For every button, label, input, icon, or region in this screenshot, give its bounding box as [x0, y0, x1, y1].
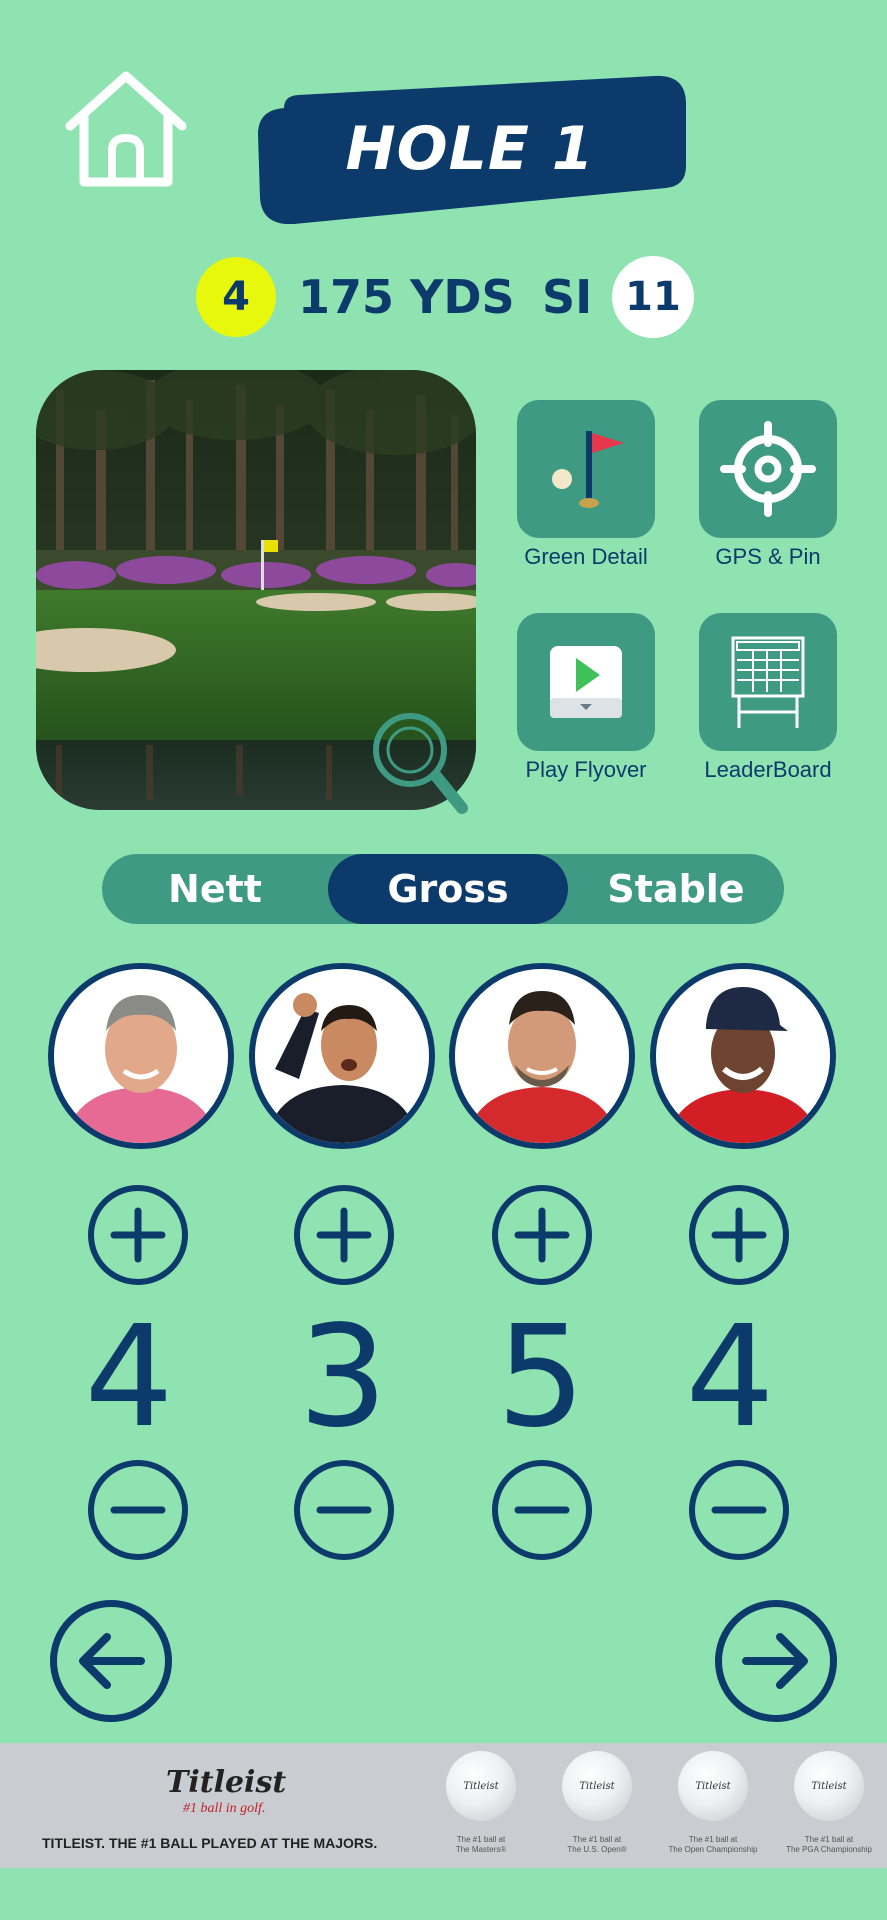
player-avatar[interactable]	[650, 963, 836, 1149]
minus-icon	[711, 1506, 767, 1514]
plus-icon	[514, 1207, 570, 1263]
stroke-index-badge: 11	[612, 256, 694, 338]
gps-pin-button[interactable]: GPS & Pin	[699, 400, 858, 570]
segment-gross[interactable]: Gross	[328, 854, 568, 924]
decrease-score-button[interactable]	[689, 1460, 789, 1560]
minus-icon	[514, 1506, 570, 1514]
golf-ball-image: Titleist	[794, 1751, 864, 1821]
player-score: 4	[84, 1296, 174, 1459]
player-avatar[interactable]	[449, 963, 635, 1149]
minus-icon	[110, 1506, 166, 1514]
gps-pin-label: GPS & Pin	[715, 544, 821, 569]
play-icon	[550, 646, 622, 718]
ball-caption: The #1 ball at The PGA Championship	[786, 1835, 872, 1854]
ad-slogan: TITLEIST. THE #1 BALL PLAYED AT THE MAJO…	[42, 1835, 378, 1851]
par-badge: 4	[196, 257, 276, 337]
decrease-score-button[interactable]	[492, 1460, 592, 1560]
golf-ball-image: Titleist	[562, 1751, 632, 1821]
arrow-right-icon	[742, 1633, 808, 1689]
increase-score-button[interactable]	[492, 1185, 592, 1285]
leaderboard-icon	[731, 636, 805, 728]
leaderboard-button[interactable]: LeaderBoard	[699, 613, 858, 783]
increase-score-button[interactable]	[294, 1185, 394, 1285]
home-button[interactable]	[62, 68, 190, 192]
ball-caption: The #1 ball at The U.S. Open®	[567, 1835, 627, 1854]
ball-caption: The #1 ball at The Open Championship	[668, 1835, 758, 1854]
yardage-label: 175 YDS	[298, 270, 515, 324]
plus-icon	[711, 1207, 767, 1263]
scoring-mode-selector: Nett Gross Stable	[102, 854, 784, 924]
increase-score-button[interactable]	[88, 1185, 188, 1285]
play-flyover-label: Play Flyover	[525, 757, 647, 782]
titleist-tagline: #1 ball in golf.	[183, 1801, 266, 1816]
hole-title: HOLE 1	[345, 114, 595, 184]
stroke-index-label: SI	[542, 270, 593, 324]
green-detail-button[interactable]: Green Detail	[517, 400, 676, 570]
increase-score-button[interactable]	[689, 1185, 789, 1285]
player-score: 4	[685, 1296, 775, 1459]
player-avatar[interactable]	[48, 963, 234, 1149]
arrow-left-icon	[79, 1633, 145, 1689]
minus-icon	[316, 1506, 372, 1514]
zoom-icon[interactable]	[370, 710, 470, 820]
titleist-logo: Titleist	[166, 1765, 287, 1800]
previous-hole-button[interactable]	[50, 1600, 172, 1722]
leaderboard-label: LeaderBoard	[704, 757, 832, 782]
plus-icon	[110, 1207, 166, 1263]
ball-caption: The #1 ball at The Masters®	[455, 1835, 507, 1854]
flag-icon	[552, 431, 624, 508]
decrease-score-button[interactable]	[88, 1460, 188, 1560]
next-hole-button[interactable]	[715, 1600, 837, 1722]
player-score: 5	[496, 1296, 586, 1459]
plus-icon	[316, 1207, 372, 1263]
golf-ball-image: Titleist	[446, 1751, 516, 1821]
home-icon	[65, 71, 187, 187]
decrease-score-button[interactable]	[294, 1460, 394, 1560]
player-avatar[interactable]	[249, 963, 435, 1149]
player-score: 3	[298, 1296, 388, 1459]
play-flyover-button[interactable]: Play Flyover	[517, 613, 676, 783]
segment-stable[interactable]: Stable	[568, 854, 784, 924]
titleist-ad-banner[interactable]: Titleist #1 ball in golf. TITLEIST. THE …	[0, 1743, 887, 1868]
golf-ball-image: Titleist	[678, 1751, 748, 1821]
green-detail-label: Green Detail	[524, 544, 648, 569]
crosshair-icon	[720, 421, 816, 517]
hole-title-banner: HOLE 1	[254, 74, 686, 224]
segment-nett[interactable]: Nett	[102, 854, 328, 924]
